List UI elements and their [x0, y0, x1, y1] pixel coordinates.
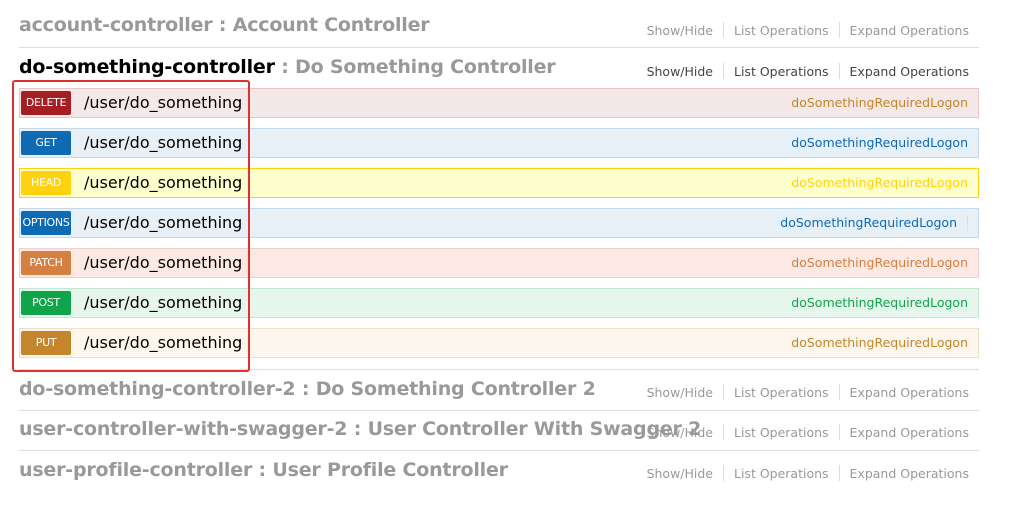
- method-badge-post[interactable]: POST: [21, 291, 71, 315]
- resource-separator: :: [218, 14, 227, 36]
- method-badge-patch[interactable]: PATCH: [21, 251, 71, 275]
- resource-name[interactable]: user-controller-with-swagger-2: [19, 418, 348, 440]
- resource-user-controller-with-swagger-2: user-controller-with-swagger-2 : User Co…: [19, 410, 979, 451]
- expand-operations-link[interactable]: Expand Operations: [840, 23, 969, 38]
- resource-heading[interactable]: user-profile-controller : User Profile C…: [19, 459, 508, 481]
- method-badge-options[interactable]: OPTIONS: [21, 211, 71, 235]
- show-hide-link[interactable]: Show/Hide: [637, 23, 723, 38]
- method-badge-head[interactable]: HEAD: [21, 171, 71, 195]
- resource-name[interactable]: do-something-controller: [19, 56, 275, 78]
- resource-heading[interactable]: account-controller : Account Controller: [19, 14, 430, 36]
- resource-description: Do Something Controller: [295, 56, 556, 78]
- resource-do-something-controller-2: do-something-controller-2 : Do Something…: [19, 369, 979, 411]
- operation-post[interactable]: POST /user/do_something doSomethingRequi…: [19, 288, 979, 318]
- method-badge-get[interactable]: GET: [21, 131, 71, 155]
- list-operations-link[interactable]: List Operations: [724, 385, 839, 400]
- resource-links: Show/Hide List Operations Expand Operati…: [637, 63, 969, 79]
- method-badge-delete[interactable]: DELETE: [21, 91, 71, 115]
- show-hide-link[interactable]: Show/Hide: [637, 385, 723, 400]
- operation-get[interactable]: GET /user/do_something doSomethingRequir…: [19, 128, 979, 158]
- operation-path[interactable]: /user/do_something: [84, 289, 242, 317]
- expand-operations-link[interactable]: Expand Operations: [840, 64, 969, 79]
- expand-operations-link[interactable]: Expand Operations: [840, 466, 969, 481]
- resource-account-controller: account-controller : Account Controller …: [19, 4, 979, 48]
- resource-description: Do Something Controller 2: [315, 378, 596, 400]
- resource-name[interactable]: user-profile-controller: [19, 459, 252, 481]
- resource-description: User Profile Controller: [272, 459, 508, 481]
- resource-separator: :: [281, 56, 289, 78]
- operation-summary[interactable]: doSomethingRequiredLogon: [791, 249, 968, 277]
- list-operations-link[interactable]: List Operations: [724, 466, 839, 481]
- resource-description: Account Controller: [232, 14, 430, 36]
- expand-operations-link[interactable]: Expand Operations: [840, 385, 969, 400]
- operation-patch[interactable]: PATCH /user/do_something doSomethingRequ…: [19, 248, 979, 278]
- resource-heading[interactable]: do-something-controller : Do Something C…: [19, 56, 556, 78]
- summary-divider: [967, 215, 968, 231]
- operation-head[interactable]: HEAD /user/do_something doSomethingRequi…: [19, 168, 979, 198]
- operation-summary[interactable]: doSomethingRequiredLogon: [780, 209, 957, 237]
- operation-summary[interactable]: doSomethingRequiredLogon: [791, 129, 968, 157]
- resource-links: Show/Hide List Operations Expand Operati…: [637, 424, 969, 440]
- method-badge-put[interactable]: PUT: [21, 331, 71, 355]
- list-operations-link[interactable]: List Operations: [724, 64, 839, 79]
- resource-do-something-controller: do-something-controller : Do Something C…: [19, 47, 979, 87]
- resource-name[interactable]: do-something-controller-2: [19, 378, 296, 400]
- operation-path[interactable]: /user/do_something: [84, 169, 242, 197]
- show-hide-link[interactable]: Show/Hide: [637, 425, 723, 440]
- operation-path[interactable]: /user/do_something: [84, 209, 242, 237]
- resource-heading[interactable]: user-controller-with-swagger-2 : User Co…: [19, 418, 701, 440]
- resource-heading[interactable]: do-something-controller-2 : Do Something…: [19, 378, 596, 400]
- operation-path[interactable]: /user/do_something: [84, 249, 242, 277]
- operation-put[interactable]: PUT /user/do_something doSomethingRequir…: [19, 328, 979, 358]
- list-operations-link[interactable]: List Operations: [724, 425, 839, 440]
- resource-separator: :: [301, 378, 310, 400]
- operation-summary[interactable]: doSomethingRequiredLogon: [791, 169, 968, 197]
- operation-options[interactable]: OPTIONS /user/do_something doSomethingRe…: [19, 208, 979, 238]
- resource-separator: :: [258, 459, 267, 481]
- operation-delete[interactable]: DELETE /user/do_something doSomethingReq…: [19, 88, 979, 118]
- resource-links: Show/Hide List Operations Expand Operati…: [637, 22, 969, 38]
- operation-path[interactable]: /user/do_something: [84, 89, 242, 117]
- show-hide-link[interactable]: Show/Hide: [637, 64, 723, 79]
- operation-summary[interactable]: doSomethingRequiredLogon: [791, 329, 968, 357]
- operation-summary[interactable]: doSomethingRequiredLogon: [791, 89, 968, 117]
- resource-links: Show/Hide List Operations Expand Operati…: [637, 465, 969, 481]
- list-operations-link[interactable]: List Operations: [724, 23, 839, 38]
- show-hide-link[interactable]: Show/Hide: [637, 466, 723, 481]
- operation-path[interactable]: /user/do_something: [84, 129, 242, 157]
- operation-path[interactable]: /user/do_something: [84, 329, 242, 357]
- expand-operations-link[interactable]: Expand Operations: [840, 425, 969, 440]
- resource-separator: :: [353, 418, 362, 440]
- resource-links: Show/Hide List Operations Expand Operati…: [637, 384, 969, 400]
- operation-summary[interactable]: doSomethingRequiredLogon: [791, 289, 968, 317]
- resource-name[interactable]: account-controller: [19, 14, 213, 36]
- resource-user-profile-controller: user-profile-controller : User Profile C…: [19, 451, 979, 491]
